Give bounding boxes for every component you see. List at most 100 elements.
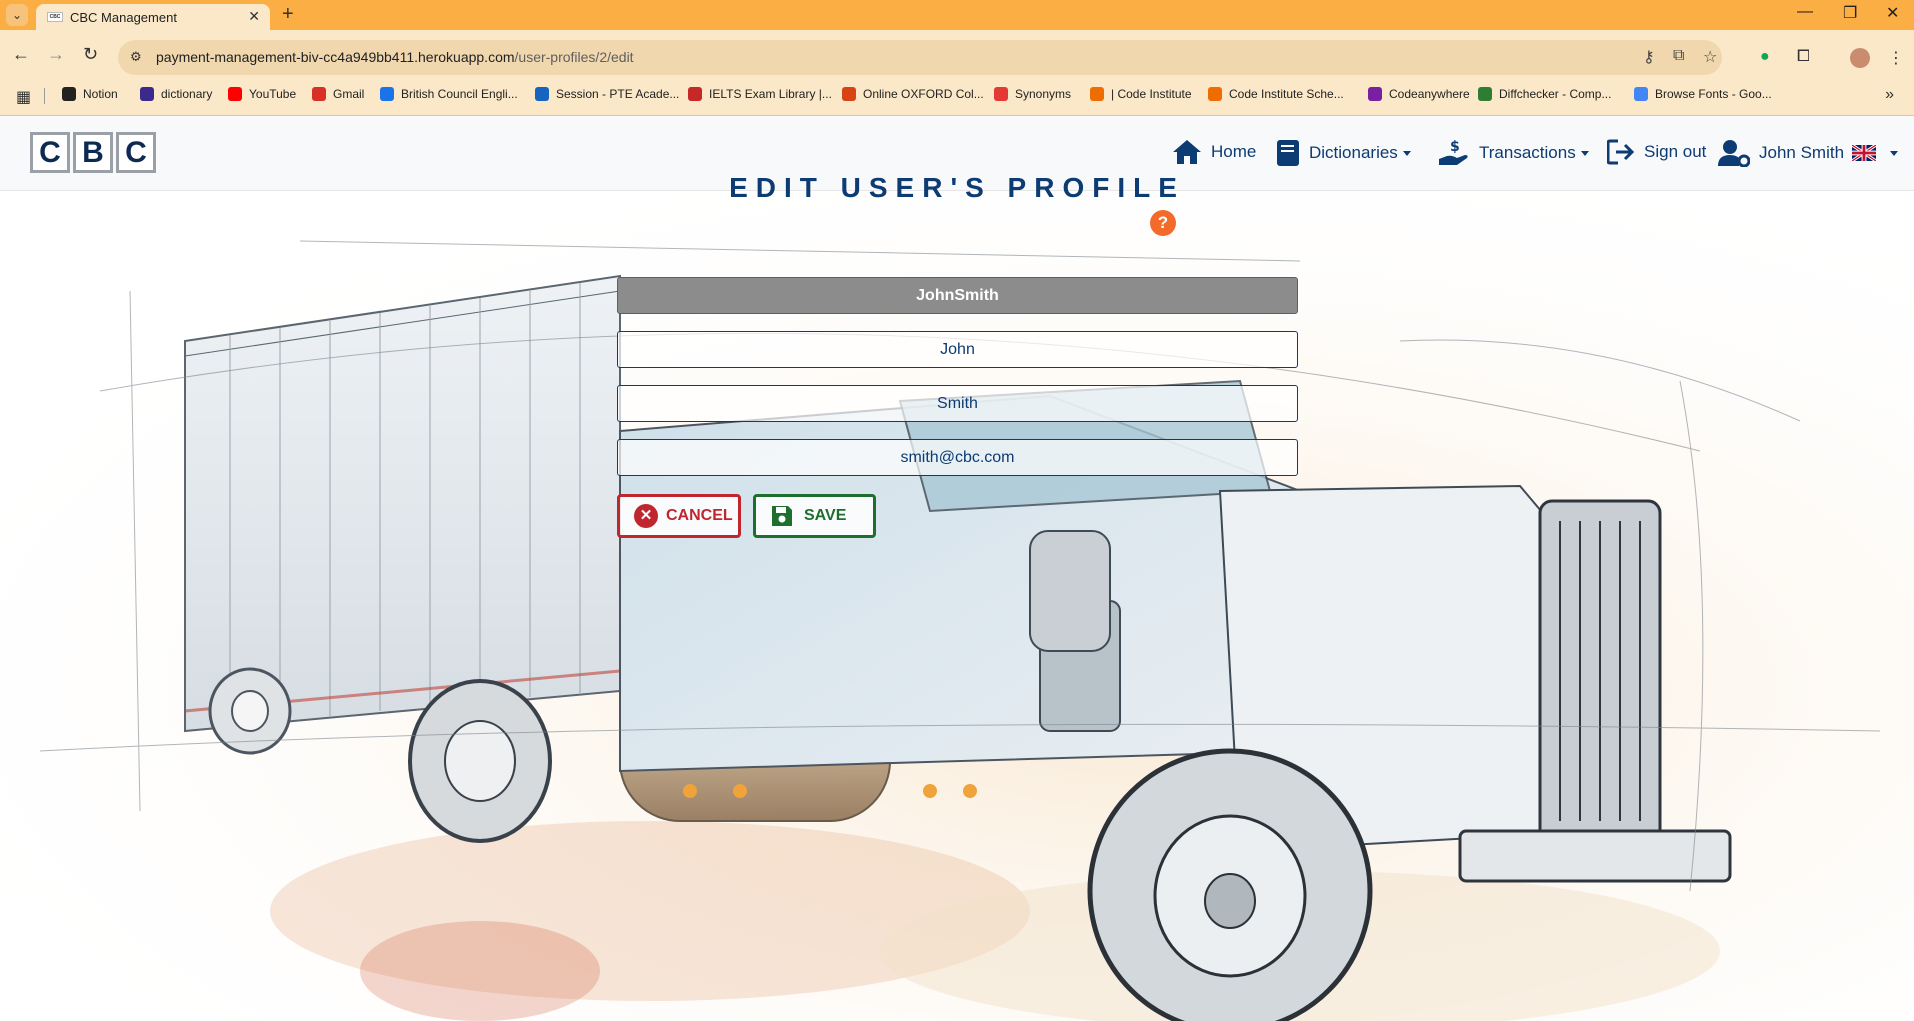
nav-transactions-label: Transactions [1479, 143, 1576, 162]
bookmark-label: Synonyms [1015, 87, 1072, 101]
browser-tab[interactable]: CBC CBC Management ✕ [36, 4, 270, 30]
floppy-disk-icon [772, 506, 792, 526]
bookmark-favicon-icon [1368, 87, 1382, 101]
save-button[interactable]: SAVE [753, 494, 876, 538]
nav-home-label: Home [1211, 142, 1257, 161]
bookmark-separator [44, 88, 45, 104]
bookmark-favicon-icon [1090, 87, 1104, 101]
bookmark-label: Codeanywhere [1389, 87, 1470, 101]
bookmark-favicon-icon [62, 87, 76, 101]
tab-title: CBC Management [70, 10, 177, 25]
bookmark-item[interactable]: Code Institute Sche... [1208, 87, 1344, 101]
chrome-menu-icon[interactable]: ⋮ [1888, 48, 1904, 68]
page-viewport: C B C Home Dictionaries $ Transactions S… [0, 116, 1914, 1021]
nav-user-label: John Smith [1759, 143, 1845, 162]
address-bar[interactable]: ⚙ payment-management-biv-cc4a949bb411.he… [118, 40, 1722, 75]
bookmark-item[interactable]: IELTS Exam Library |... [688, 87, 832, 101]
bookmark-item[interactable]: Browse Fonts - Goo... [1634, 87, 1772, 101]
bookmark-item[interactable]: Session - PTE Acade... [535, 87, 679, 101]
bookmark-favicon-icon [842, 87, 856, 101]
bookmark-item[interactable]: Codeanywhere [1368, 87, 1470, 101]
forward-icon[interactable]: → [47, 44, 65, 65]
help-icon[interactable]: ? [1150, 210, 1176, 236]
uk-flag-icon[interactable] [1852, 145, 1877, 161]
bookmark-item[interactable]: British Council Engli... [380, 87, 518, 101]
bookmark-item[interactable]: | Code Institute [1090, 87, 1192, 101]
bookmark-favicon-icon [380, 87, 394, 101]
bookmark-item[interactable]: Gmail [312, 87, 364, 101]
save-button-label: SAVE [804, 507, 847, 524]
bookmarks-bar: ▦ Notion dictionary YouTube Gmail British Co… [0, 78, 1914, 116]
email-field[interactable] [617, 439, 1298, 476]
minimize-icon[interactable]: — [1797, 3, 1813, 21]
book-icon [1277, 140, 1299, 166]
chevron-down-icon [1890, 150, 1899, 156]
profile-avatar[interactable] [1850, 48, 1870, 68]
more-bookmarks-icon[interactable]: » [1885, 86, 1894, 104]
new-tab-button[interactable]: + [282, 3, 294, 26]
cancel-button[interactable]: ✕ CANCEL [617, 494, 741, 538]
bookmark-star-icon[interactable]: ☆ [1703, 47, 1717, 67]
bookmark-favicon-icon [140, 87, 154, 101]
nav-user-menu[interactable]: John Smith [1718, 139, 1899, 167]
bookmark-item[interactable]: YouTube [228, 87, 296, 101]
logo-letter: C [30, 132, 70, 173]
username-field [617, 277, 1298, 314]
browser-tabstrip: ⌄ CBC CBC Management ✕ + — ❐ ✕ [0, 0, 1914, 30]
bookmark-favicon-icon [535, 87, 549, 101]
restore-icon[interactable]: ❐ [1843, 3, 1857, 23]
truck-sketch-background [0, 191, 1914, 1021]
chevron-down-icon [1580, 150, 1589, 156]
bookmark-item[interactable]: Notion [62, 87, 118, 101]
bookmark-label: Browse Fonts - Goo... [1655, 87, 1772, 101]
bookmark-label: Code Institute Sche... [1229, 87, 1344, 101]
bookmark-label: Session - PTE Acade... [556, 87, 680, 101]
bookmark-favicon-icon [688, 87, 702, 101]
back-icon[interactable]: ← [12, 44, 30, 65]
bookmark-favicon-icon [312, 87, 326, 101]
nav-transactions[interactable]: $ Transactions [1438, 139, 1589, 167]
sign-out-icon [1607, 139, 1635, 165]
apps-grid-icon[interactable]: ▦ [16, 87, 31, 107]
tab-close-icon[interactable]: ✕ [248, 8, 260, 25]
bookmark-item[interactable]: Synonyms [994, 87, 1071, 101]
user-cog-icon [1718, 140, 1750, 167]
nav-sign-out-label: Sign out [1644, 142, 1707, 161]
bookmark-label: Gmail [333, 87, 365, 101]
nav-home[interactable]: Home [1172, 139, 1256, 165]
nav-dictionaries-label: Dictionaries [1309, 143, 1398, 162]
nav-dictionaries[interactable]: Dictionaries [1276, 139, 1411, 167]
install-app-icon[interactable]: ⧉ [1673, 47, 1684, 65]
bookmark-label: Notion [83, 87, 118, 101]
bookmark-item[interactable]: dictionary [140, 87, 212, 101]
grammarly-icon[interactable]: ● [1760, 48, 1770, 66]
password-key-icon[interactable]: ⚷ [1643, 47, 1655, 67]
logo-letter: C [116, 132, 156, 173]
last-name-field[interactable] [617, 385, 1298, 422]
bookmark-label: Online OXFORD Col... [863, 87, 984, 101]
cbc-logo[interactable]: C B C [30, 132, 156, 173]
bookmark-favicon-icon [1208, 87, 1222, 101]
bookmark-label: Diffchecker - Comp... [1499, 87, 1612, 101]
tab-favicon: CBC [47, 12, 63, 22]
page-title: EDIT USER'S PROFILE [729, 172, 1185, 203]
tab-search-button[interactable]: ⌄ [6, 4, 28, 26]
bookmark-label: | Code Institute [1111, 87, 1192, 101]
bookmark-label: IELTS Exam Library |... [709, 87, 832, 101]
first-name-field[interactable] [617, 331, 1298, 368]
cancel-button-label: CANCEL [666, 507, 733, 524]
cancel-circle-icon: ✕ [634, 504, 658, 528]
bookmark-item[interactable]: Diffchecker - Comp... [1478, 87, 1611, 101]
bookmark-item[interactable]: Online OXFORD Col... [842, 87, 984, 101]
extensions-icon[interactable]: ⧠ [1797, 48, 1810, 66]
chevron-down-icon [1402, 150, 1411, 156]
bookmark-favicon-icon [228, 87, 242, 101]
bookmark-favicon-icon [1478, 87, 1492, 101]
home-icon [1173, 140, 1201, 164]
bookmark-favicon-icon [1634, 87, 1648, 101]
reload-icon[interactable]: ↻ [83, 44, 98, 65]
bookmark-favicon-icon [994, 87, 1008, 101]
site-info-icon[interactable]: ⚙ [130, 49, 146, 65]
window-close-icon[interactable]: ✕ [1886, 3, 1899, 23]
nav-sign-out[interactable]: Sign out [1607, 139, 1706, 165]
